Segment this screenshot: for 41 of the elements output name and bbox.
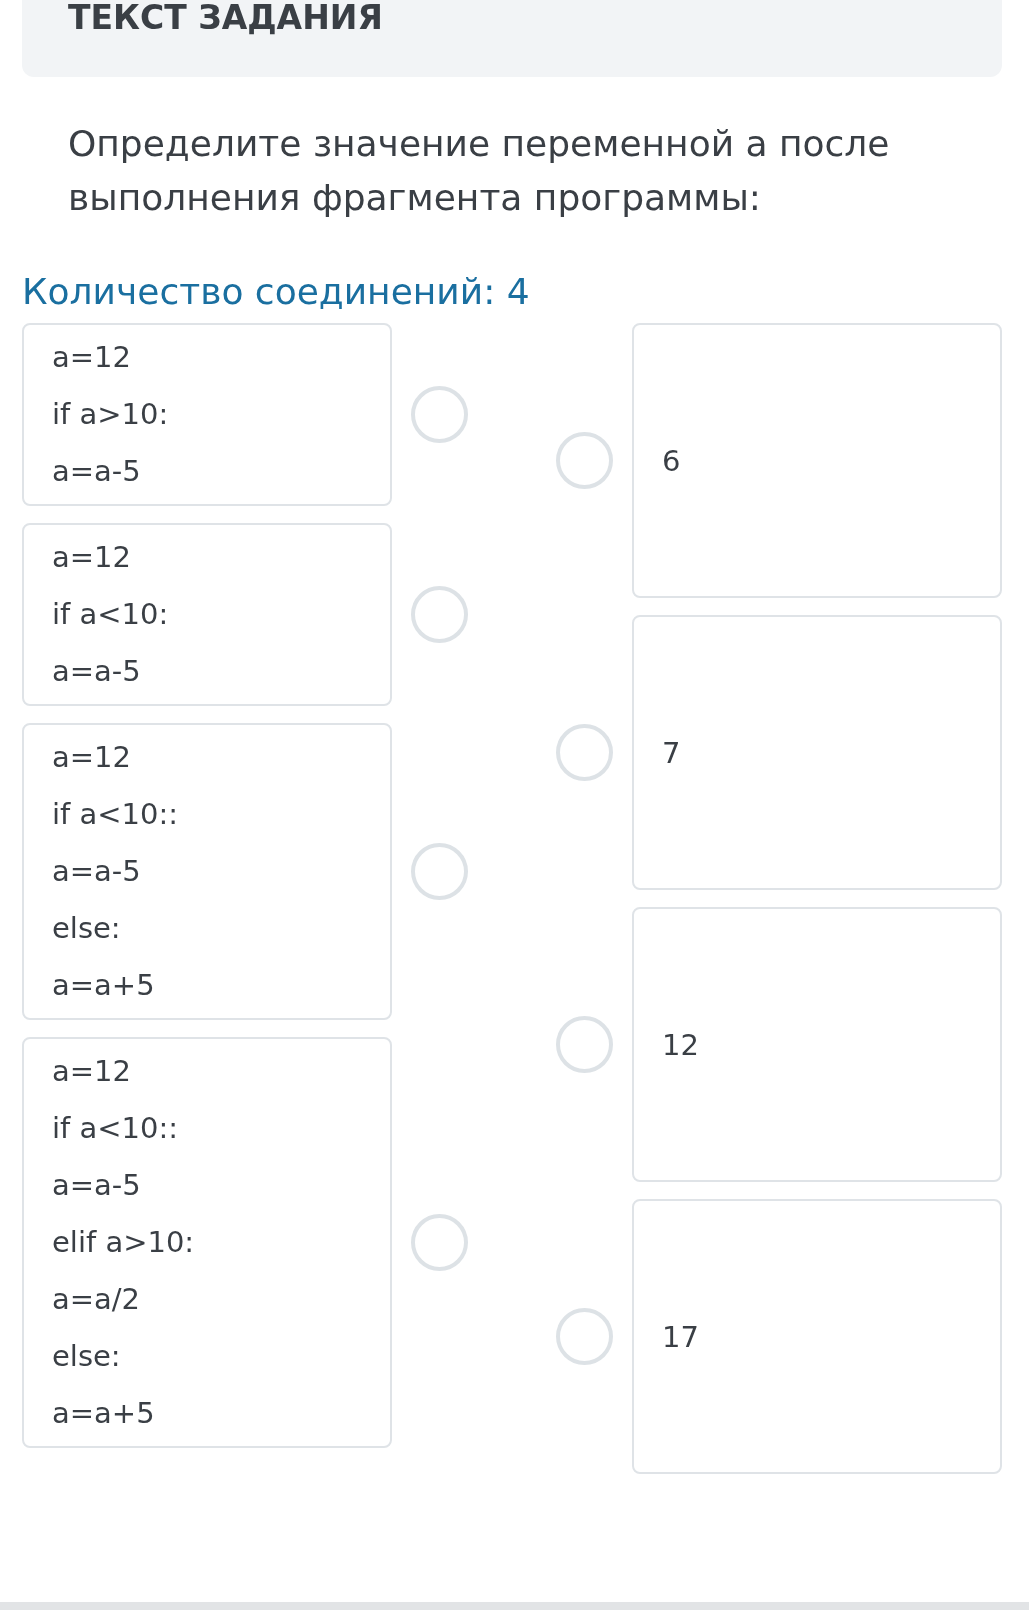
answer-card[interactable]: 6 [632, 323, 1002, 598]
question-text: Определите значение переменной а после выполнения фрагмента программы: [68, 122, 891, 220]
code-line: elif a>10: [52, 1224, 196, 1261]
code-line: else: [52, 910, 122, 947]
code-line: a=12 [52, 339, 132, 376]
code-card[interactable]: a=12 if a<10:: a=a-5 elif a>10: a=a/2 else: a=a+5 [22, 1037, 392, 1448]
code-card[interactable]: a=12 if a<10: a=a-5 [22, 523, 392, 706]
code-line: if a<10:: [52, 1110, 179, 1147]
answer-card[interactable]: 7 [632, 615, 1002, 890]
answer-value: 6 [662, 443, 681, 478]
code-card[interactable]: a=12 if a>10: a=a-5 [22, 323, 392, 506]
code-line: a=a/2 [52, 1281, 142, 1318]
code-card[interactable]: a=12 if a<10:: a=a-5 else: a=a+5 [22, 723, 392, 1020]
answer-value: 7 [662, 735, 681, 770]
answer-value: 12 [662, 1027, 699, 1062]
code-line: if a<10: [52, 596, 170, 633]
code-line: if a>10: [52, 396, 170, 433]
code-line: a=a-5 [52, 453, 142, 490]
answer-card[interactable]: 17 [632, 1199, 1002, 1474]
code-line: if a<10:: [52, 796, 179, 833]
connections-count: Количество соединений: 4 [22, 270, 531, 314]
code-line: a=12 [52, 1053, 132, 1090]
section-title: ТЕКСТ ЗАДАНИЯ [68, 0, 383, 38]
code-line: a=a+5 [52, 1395, 156, 1432]
connector-handle[interactable] [411, 1214, 468, 1271]
answer-value: 17 [662, 1319, 699, 1354]
connector-handle[interactable] [411, 586, 468, 643]
code-line: a=a+5 [52, 967, 156, 1004]
connector-handle[interactable] [556, 724, 613, 781]
code-line: a=12 [52, 539, 132, 576]
connector-handle[interactable] [556, 1308, 613, 1365]
connector-handle[interactable] [556, 1016, 613, 1073]
code-line: a=a-5 [52, 853, 142, 890]
code-line: a=12 [52, 739, 132, 776]
code-line: else: [52, 1338, 122, 1375]
code-line: a=a-5 [52, 653, 142, 690]
connector-handle[interactable] [411, 386, 468, 443]
code-line: a=a-5 [52, 1167, 142, 1204]
connector-handle[interactable] [411, 843, 468, 900]
connector-handle[interactable] [556, 432, 613, 489]
answer-card[interactable]: 12 [632, 907, 1002, 1182]
